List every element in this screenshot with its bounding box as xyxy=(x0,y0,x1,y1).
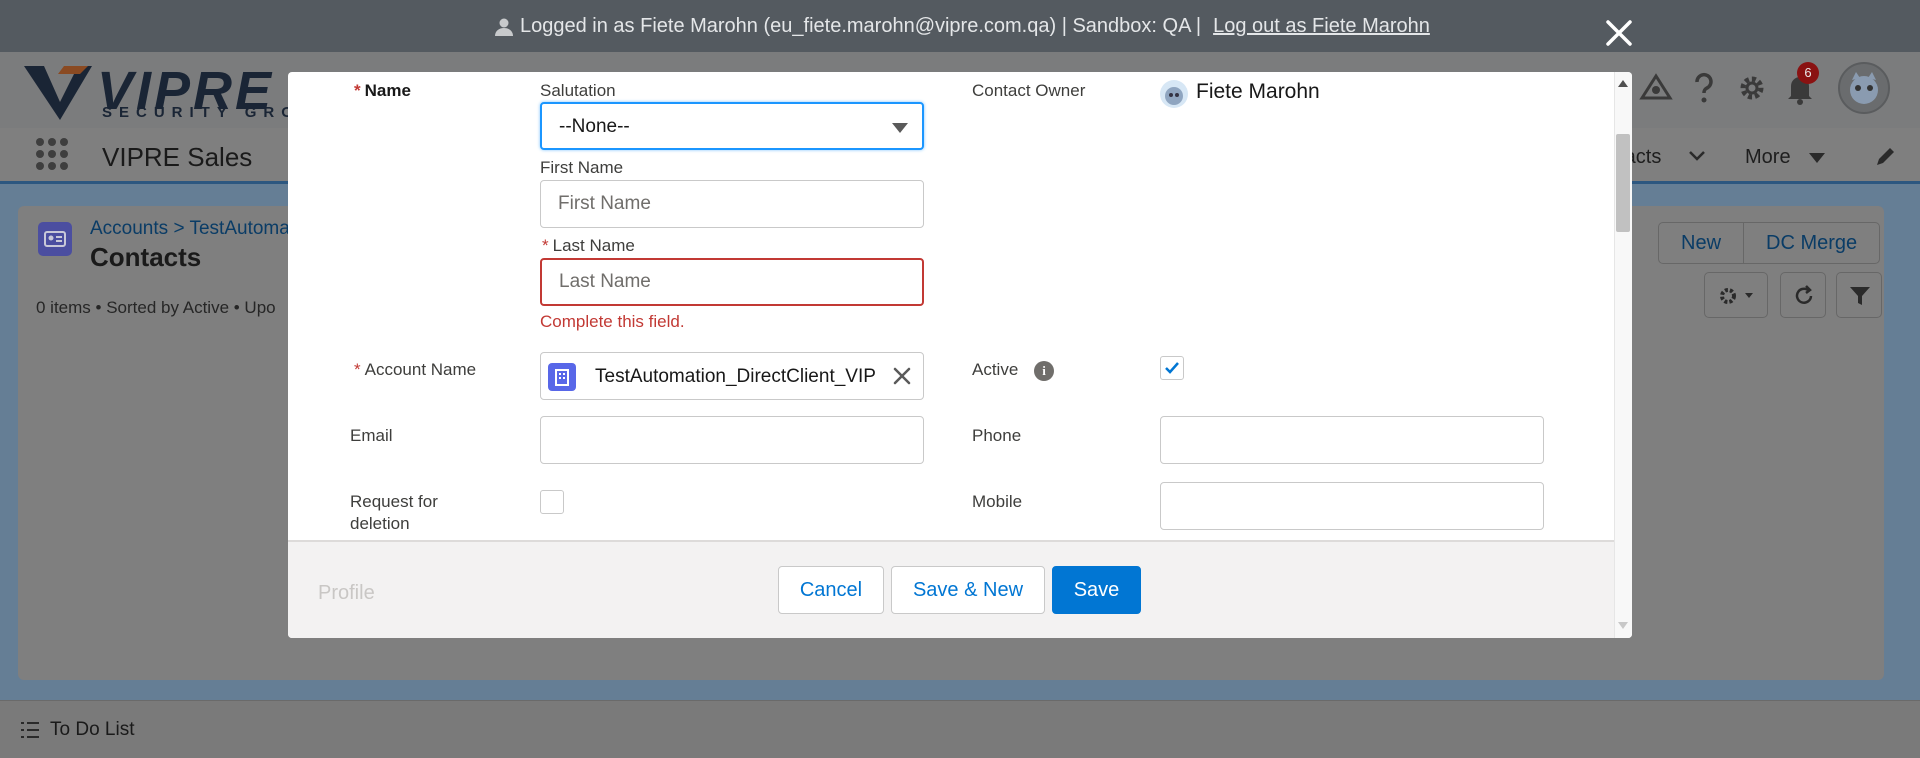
list-actions: New DC Merge xyxy=(1658,222,1881,264)
breadcrumb-account[interactable]: TestAutoma xyxy=(189,218,289,239)
logout-link[interactable]: Log out as Fiete Marohn xyxy=(1213,15,1430,38)
filter-icon xyxy=(1850,287,1870,305)
last-name-label: * Last Name xyxy=(542,236,635,255)
phone-label: Phone xyxy=(972,426,1022,445)
list-settings-button[interactable] xyxy=(1704,272,1768,318)
salutation-select[interactable]: --None-- xyxy=(540,102,924,150)
last-name-error: Complete this field. xyxy=(540,312,685,331)
owner-avatar xyxy=(1160,80,1188,108)
mobile-label: Mobile xyxy=(972,492,1023,511)
notification-badge: 6 xyxy=(1797,62,1819,84)
account-icon xyxy=(548,363,576,391)
salutation-label: Salutation xyxy=(540,81,616,100)
app-launcher-icon[interactable] xyxy=(36,138,68,170)
login-info: Logged in as Fiete Marohn (eu_fiete.maro… xyxy=(494,15,1430,38)
save-button[interactable]: Save xyxy=(1052,566,1141,614)
scroll-up-arrow-icon[interactable] xyxy=(1618,80,1628,87)
mobile-field[interactable] xyxy=(1160,482,1544,530)
refresh-icon xyxy=(1795,285,1813,304)
account-name-value: TestAutomation_DirectClient_VIP xyxy=(595,366,876,387)
new-button[interactable]: New xyxy=(1659,223,1745,263)
login-text: Logged in as Fiete Marohn (eu_fiete.maro… xyxy=(520,15,1202,37)
save-new-button[interactable]: Save & New xyxy=(891,566,1045,614)
impersonation-bar: Logged in as Fiete Marohn (eu_fiete.maro… xyxy=(0,0,1920,52)
active-label: Active xyxy=(972,360,1019,379)
contact-owner-label: Contact Owner xyxy=(972,81,1086,100)
profile-ghost-text: Profile xyxy=(318,582,375,604)
new-contact-modal: *Name Salutation --None-- First Name *La… xyxy=(288,72,1632,638)
checkmark-icon xyxy=(1165,362,1179,374)
contacts-object-icon xyxy=(38,222,72,256)
logo-mark-icon xyxy=(24,66,92,120)
breadcrumb: Accounts > TestAutoma xyxy=(90,218,290,240)
email-label: Email xyxy=(350,426,393,445)
filter-button[interactable] xyxy=(1836,272,1882,318)
account-name-lookup[interactable]: TestAutomation_DirectClient_VIP xyxy=(540,352,924,400)
help-icon[interactable] xyxy=(1686,70,1722,106)
list-meta: 0 items • Sorted by Active • Upo xyxy=(36,298,276,317)
astro-avatar-icon xyxy=(1850,72,1878,104)
scrollbar-thumb[interactable] xyxy=(1616,134,1630,232)
utility-bar: To Do List xyxy=(0,700,1920,758)
todo-list-item[interactable]: To Do List xyxy=(50,719,134,741)
todo-list-icon xyxy=(21,722,39,738)
refresh-button[interactable] xyxy=(1780,272,1826,318)
contact-owner-value[interactable]: Fiete Marohn xyxy=(1196,80,1320,104)
last-name-input[interactable] xyxy=(540,258,924,306)
modal-body: *Name Salutation --None-- First Name *La… xyxy=(288,72,1632,540)
chevron-down-icon[interactable] xyxy=(1688,150,1706,162)
vipre-logo[interactable]: VIPRE SECURITY GROUP xyxy=(22,60,332,122)
request-deletion-checkbox[interactable] xyxy=(540,490,564,514)
caret-down-icon[interactable] xyxy=(1808,152,1826,164)
setup-gear-icon[interactable] xyxy=(1734,70,1770,106)
name-label: * Name xyxy=(354,81,411,100)
user-icon xyxy=(495,18,513,36)
cancel-button[interactable]: Cancel xyxy=(778,566,884,614)
dc-merge-button[interactable]: DC Merge xyxy=(1744,223,1879,263)
salutation-value: --None-- xyxy=(559,116,630,137)
active-checkbox[interactable] xyxy=(1160,356,1184,380)
breadcrumb-separator: > xyxy=(173,218,185,239)
email-field[interactable] xyxy=(540,416,924,464)
phone-field[interactable] xyxy=(1160,416,1544,464)
edit-pencil-icon[interactable] xyxy=(1874,146,1896,168)
app-name: VIPRE Sales xyxy=(102,142,253,172)
close-icon[interactable] xyxy=(1604,18,1634,48)
scroll-down-arrow-icon[interactable] xyxy=(1618,622,1628,629)
chevron-down-icon xyxy=(892,123,908,133)
first-name-input[interactable] xyxy=(540,180,924,228)
first-name-label: First Name xyxy=(540,158,624,177)
account-name-label: * Account Name xyxy=(354,360,477,379)
request-deletion-label: Request for deletion xyxy=(350,492,438,533)
modal-footer: Profile Cancel Save & New Save xyxy=(288,540,1632,638)
gear-icon xyxy=(1720,288,1753,304)
tab-more[interactable]: More xyxy=(1745,146,1791,169)
trailhead-icon[interactable] xyxy=(1638,70,1674,106)
clear-selection-icon[interactable] xyxy=(891,365,913,387)
page-title: Contacts xyxy=(90,242,202,272)
info-icon[interactable]: i xyxy=(1034,361,1054,381)
breadcrumb-accounts[interactable]: Accounts xyxy=(90,218,168,239)
user-avatar[interactable] xyxy=(1838,62,1890,114)
modal-scrollbar[interactable] xyxy=(1614,72,1632,638)
